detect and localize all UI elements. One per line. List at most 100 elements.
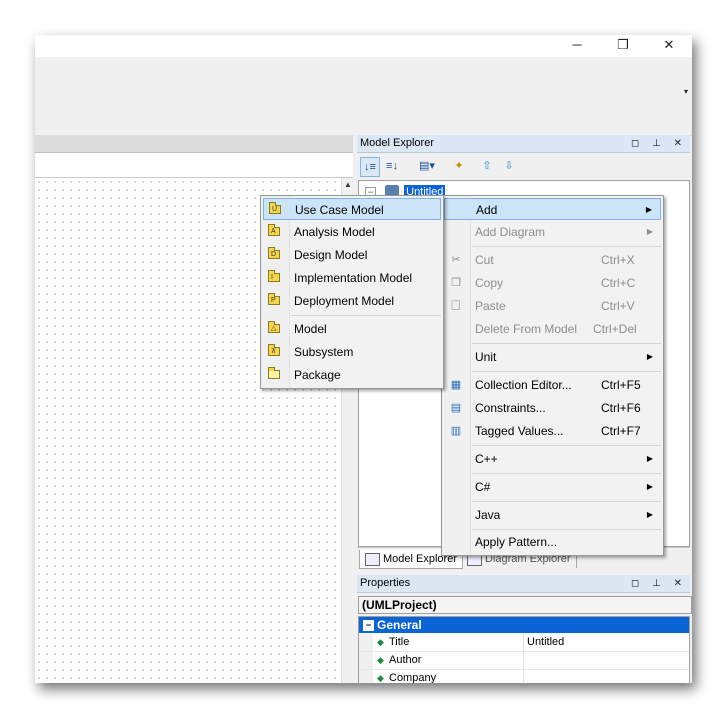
chevron-down-icon[interactable]: ▾ [684, 87, 688, 96]
property-name: Title [389, 636, 410, 648]
property-row-title[interactable]: ◆ Title Untitled [359, 634, 689, 652]
menu-item-label: Model [294, 322, 327, 336]
scissors-icon: ✂ [451, 254, 461, 266]
submenu-arrow-icon: ▶ [646, 482, 653, 491]
menu-separator [472, 529, 661, 530]
menu-item-label: Unit [475, 350, 497, 364]
move-down-icon[interactable]: ⇩ [500, 157, 518, 175]
menu-item-unit[interactable]: Unit ▶ [444, 346, 661, 368]
menu-item-label: Implementation Model [294, 271, 413, 285]
menu-item-csharp[interactable]: C# ▶ [444, 476, 661, 498]
menu-item-shortcut: Ctrl+C [601, 276, 636, 290]
property-value[interactable] [523, 670, 527, 683]
view-menu-icon[interactable]: ▤▾ [415, 157, 439, 175]
menu-separator [472, 445, 661, 446]
property-row-author[interactable]: ◆ Author [359, 652, 689, 670]
diagram-tab-strip [35, 153, 353, 178]
menu-item-collection-editor[interactable]: ▦ Collection Editor... Ctrl+F5 [444, 374, 661, 396]
collapse-icon[interactable]: − [363, 620, 374, 632]
panel-title: Model Explorer [360, 137, 434, 149]
menu-item-shortcut: Ctrl+F5 [601, 378, 641, 392]
property-row-company[interactable]: ◆ Company [359, 670, 689, 683]
menu-item-apply-pattern[interactable]: Apply Pattern... [444, 531, 661, 553]
property-diamond-icon: ◆ [377, 655, 384, 665]
menu-item-label: Apply Pattern... [475, 535, 558, 549]
menu-separator [291, 315, 441, 316]
menu-item-analysis-model[interactable]: A Analysis Model [263, 221, 441, 243]
menu-item-java[interactable]: Java ▶ [444, 504, 661, 526]
menu-item-shortcut: Ctrl+Del [593, 322, 637, 336]
submenu-arrow-icon: ▶ [646, 454, 653, 463]
menu-item-add[interactable]: Add ▶ [444, 198, 661, 220]
submenu-arrow-icon: ▶ [645, 205, 652, 214]
property-value[interactable] [523, 652, 527, 669]
property-category[interactable]: − General [359, 617, 689, 633]
property-name: Author [389, 654, 422, 666]
property-diamond-icon: ◆ [377, 637, 384, 647]
menu-item-shortcut: Ctrl+F7 [601, 424, 641, 438]
sort-ascending-icon[interactable]: ↓≡ [360, 157, 380, 177]
submenu-arrow-icon: ▶ [646, 227, 653, 236]
menu-item-subsystem[interactable]: ⊼ Subsystem [263, 341, 441, 363]
menu-item-label: Use Case Model [295, 203, 384, 217]
diagram-header [35, 135, 353, 153]
menu-item-label: Deployment Model [294, 294, 395, 308]
menu-item-paste[interactable]: 📋 Paste Ctrl+V [444, 295, 661, 317]
menu-item-shortcut: Ctrl+X [601, 253, 635, 267]
row-gutter [359, 634, 373, 651]
paste-icon: 📋 [449, 300, 463, 311]
menu-item-label: Package [294, 368, 341, 382]
menu-item-constraints[interactable]: ▤ Constraints... Ctrl+F6 [444, 397, 661, 419]
model-explorer-icon [365, 552, 380, 566]
menu-separator [472, 501, 661, 502]
property-value[interactable]: Untitled [523, 634, 564, 651]
menu-separator [472, 343, 661, 344]
minimize-button[interactable]: ─ [554, 35, 600, 57]
menu-item-deployment-model[interactable]: P Deployment Model [263, 290, 441, 312]
panel-window-buttons[interactable]: ◻ ⊥ ✕ [631, 135, 687, 152]
selected-object-label[interactable]: (UMLProject) [358, 596, 692, 614]
add-submenu: U Use Case Model A Analysis Model D Desi… [260, 195, 444, 389]
use-case-model-icon: U [269, 202, 281, 214]
menu-item-copy[interactable]: ❐ Copy Ctrl+C [444, 272, 661, 294]
restore-button[interactable]: ❐ [600, 35, 646, 57]
menu-item-shortcut: Ctrl+V [601, 299, 635, 313]
menu-item-use-case-model[interactable]: U Use Case Model [263, 198, 441, 220]
menu-item-label: Tagged Values... [475, 424, 564, 438]
menu-item-label: Design Model [294, 248, 368, 262]
menu-item-label: Analysis Model [294, 225, 375, 239]
menu-item-label: Paste [475, 299, 506, 313]
submenu-arrow-icon: ▶ [646, 510, 653, 519]
properties-panel: Properties ◻ ⊥ ✕ (UMLProject) − General ◆… [357, 575, 692, 683]
constraints-icon: ▤ [450, 402, 462, 414]
menu-item-cpp[interactable]: C++ ▶ [444, 448, 661, 470]
move-up-icon[interactable]: ⇧ [478, 157, 496, 175]
menu-item-label: Constraints... [475, 401, 546, 415]
menu-item-delete-from-model[interactable]: Delete From Model Ctrl+Del [444, 318, 661, 340]
menu-item-tagged-values[interactable]: ▥ Tagged Values... Ctrl+F7 [444, 420, 661, 442]
menu-item-label: C++ [475, 452, 498, 466]
menu-separator [472, 371, 661, 372]
property-grid: − General ◆ Title Untitled ◆ Author ◆ Com… [358, 616, 690, 683]
menu-item-model[interactable]: △ Model [263, 318, 441, 340]
wand-icon[interactable]: ✦ [450, 157, 468, 175]
menu-item-package[interactable]: Package [263, 364, 441, 386]
panel-title: Properties [360, 577, 411, 589]
menu-item-implementation-model[interactable]: I Implementation Model [263, 267, 441, 289]
copy-icon: ❐ [451, 277, 461, 289]
category-label: General [377, 618, 422, 632]
menu-item-label: Collection Editor... [475, 378, 572, 392]
property-diamond-icon: ◆ [377, 673, 384, 683]
panel-window-buttons[interactable]: ◻ ⊥ ✕ [631, 575, 687, 592]
properties-header: Properties ◻ ⊥ ✕ [357, 575, 690, 593]
menu-item-cut[interactable]: ✂ Cut Ctrl+X [444, 249, 661, 271]
row-gutter [359, 652, 373, 669]
close-button[interactable]: ✕ [646, 35, 692, 57]
package-icon [268, 367, 280, 379]
menu-item-design-model[interactable]: D Design Model [263, 244, 441, 266]
model-explorer-header: Model Explorer ◻ ⊥ ✕ [357, 135, 690, 153]
implementation-model-icon: I [268, 270, 280, 282]
sort-descending-icon[interactable]: ≡↓ [383, 157, 401, 175]
menu-item-shortcut: Ctrl+F6 [601, 401, 641, 415]
menu-item-add-diagram[interactable]: Add Diagram ▶ [444, 221, 661, 243]
